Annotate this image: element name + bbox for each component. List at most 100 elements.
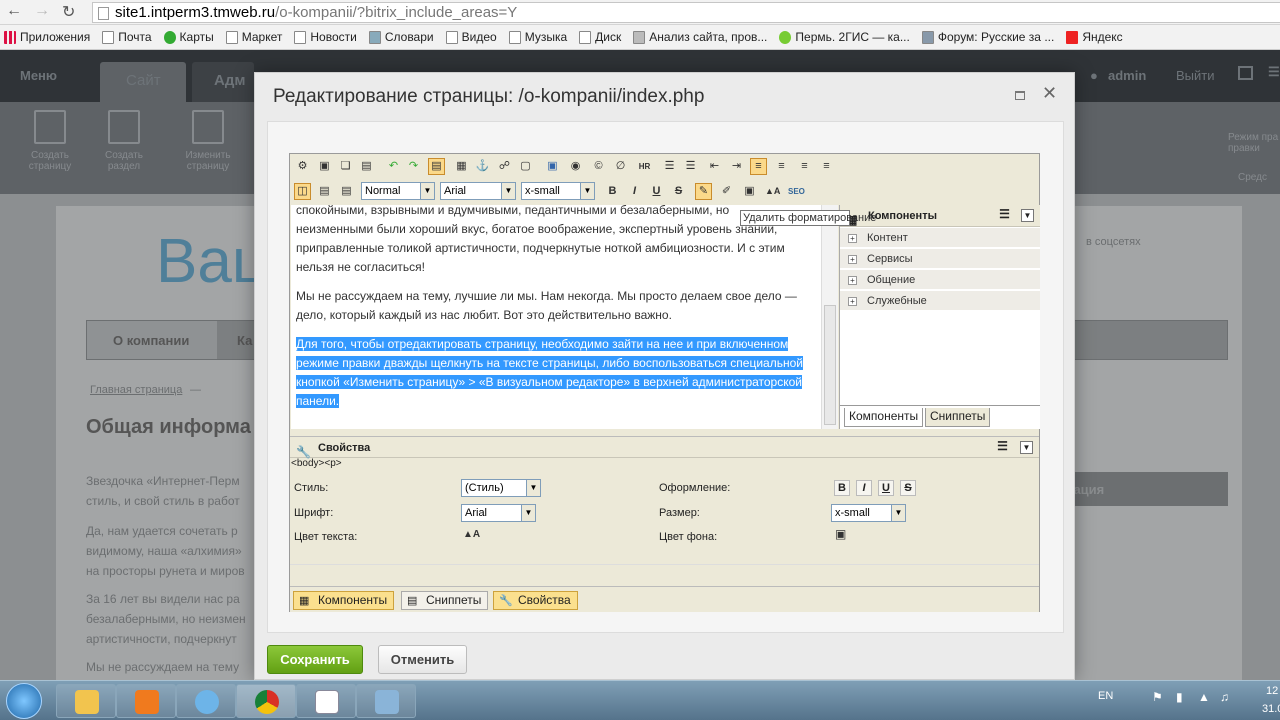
align-right-icon[interactable]: ≡ <box>796 158 813 175</box>
bookmark-item[interactable]: Словари <box>368 30 434 44</box>
bookmark-item[interactable]: Музыка <box>508 30 567 44</box>
copy-icon[interactable]: ❏ <box>337 158 354 175</box>
anchor-icon[interactable]: ⚓ <box>474 158 491 175</box>
settings-icon[interactable]: ⚙ <box>294 158 311 175</box>
admin-user[interactable]: admin <box>1108 68 1146 83</box>
underline-button[interactable]: U <box>648 183 665 200</box>
ordered-list-icon[interactable]: ☰ <box>661 158 678 175</box>
flag-icon[interactable]: ⚑ <box>1152 690 1163 704</box>
bookmark-item[interactable]: Карты <box>163 30 214 44</box>
font-select[interactable]: Arial ▼ <box>440 182 516 200</box>
taskbar-media[interactable] <box>116 684 176 718</box>
create-section-button[interactable]: Создать раздел <box>94 110 154 172</box>
admin-menu[interactable]: Меню <box>20 68 57 83</box>
align-left-icon[interactable]: ≡ <box>750 158 767 175</box>
indent-icon[interactable]: ⇥ <box>728 158 745 175</box>
cancel-button[interactable]: Отменить <box>378 645 467 674</box>
paste-icon[interactable]: ▤ <box>358 158 375 175</box>
collapse-panel-icon[interactable]: ▼ <box>1020 441 1033 454</box>
taskbar-chrome[interactable] <box>236 684 296 718</box>
html-view-icon[interactable]: ▤ <box>316 183 333 200</box>
align-justify-icon[interactable]: ≡ <box>818 158 835 175</box>
tree-item-communication[interactable]: + Общение <box>840 270 1040 290</box>
nav-about[interactable]: О компании <box>87 321 217 359</box>
hr-icon[interactable]: HR <box>636 158 653 175</box>
taskbar-explorer[interactable] <box>56 684 116 718</box>
list-view-icon[interactable]: ☰ <box>998 208 1011 222</box>
editor-content[interactable]: спокойными, взрывными и вдумчивыми, педа… <box>291 205 821 429</box>
bottom-tab-snippets[interactable]: ▤ Сниппеты <box>401 591 489 610</box>
bookmark-apps[interactable]: Приложения <box>4 30 90 44</box>
bottom-tab-components[interactable]: ▦ Компоненты <box>293 591 395 610</box>
list-view-icon[interactable]: ☰ <box>996 440 1009 454</box>
language-indicator[interactable]: EN <box>1098 690 1113 702</box>
brush-icon[interactable]: ✐ <box>718 183 735 200</box>
bold-button[interactable]: B <box>604 183 621 200</box>
unordered-list-icon[interactable]: ☰ <box>682 158 699 175</box>
image-icon[interactable]: ▣ <box>544 158 561 175</box>
style-property-select[interactable]: (Стиль) ▼ <box>461 479 541 497</box>
tab-components[interactable]: Компоненты <box>844 408 924 427</box>
tab-snippets[interactable]: Сниппеты <box>925 408 991 427</box>
italic-button[interactable]: I <box>626 183 643 200</box>
nav-item[interactable]: Ка <box>237 333 252 348</box>
strike-button[interactable]: S <box>900 480 916 496</box>
strike-button[interactable]: S <box>670 183 687 200</box>
style-select[interactable]: Normal ▼ <box>361 182 435 200</box>
bookmark-item[interactable]: Пермь. 2ГИС — ка... <box>779 30 910 44</box>
bookmark-item[interactable]: Видео <box>445 30 497 44</box>
bottom-tab-properties[interactable]: 🔧 Свойства <box>493 591 578 610</box>
volume-icon[interactable]: ♫ <box>1220 690 1229 704</box>
maximize-icon[interactable] <box>1015 91 1025 100</box>
redo-icon[interactable]: ↷ <box>405 158 422 175</box>
forward-arrow-icon[interactable]: → <box>34 2 50 20</box>
start-button[interactable] <box>6 683 42 719</box>
table-icon[interactable]: ▦ <box>453 158 470 175</box>
logout-link[interactable]: Выйти <box>1176 68 1215 83</box>
special-char-icon[interactable]: ∅ <box>612 158 629 175</box>
taskbar-app[interactable] <box>356 684 416 718</box>
taskbar-document[interactable] <box>296 684 356 718</box>
tree-item-services[interactable]: + Сервисы <box>840 249 1040 269</box>
text-color-icon[interactable]: ▲A <box>764 183 781 200</box>
battery-icon[interactable]: ▮ <box>1176 690 1183 704</box>
source-view-icon[interactable]: ▤ <box>338 183 355 200</box>
taskbar-messenger[interactable] <box>176 684 236 718</box>
menu-icon[interactable]: ☰ <box>1268 64 1280 80</box>
clock-date[interactable]: 31.01 <box>1262 703 1280 715</box>
italic-button[interactable]: I <box>856 480 872 496</box>
bookmark-item[interactable]: Яндекс <box>1066 30 1123 44</box>
copyright-icon[interactable]: © <box>590 158 607 175</box>
split-view-icon[interactable]: ◫ <box>294 183 311 200</box>
undo-icon[interactable]: ↶ <box>385 158 402 175</box>
close-icon[interactable]: ✕ <box>1042 83 1057 104</box>
back-arrow-icon[interactable]: ← <box>6 2 22 20</box>
tag-breadcrumb[interactable]: <body><p> <box>291 458 342 469</box>
edit-page-button[interactable]: Изменить страницу <box>178 110 238 172</box>
bg-color-icon[interactable]: ▣ <box>835 527 846 541</box>
admin-tab-admin[interactable]: Адм <box>192 62 254 102</box>
size-property-select[interactable]: x-small ▼ <box>831 504 906 522</box>
bookmark-item[interactable]: Маркет <box>225 30 282 44</box>
unlink-icon[interactable]: ▢ <box>517 158 534 175</box>
size-select[interactable]: x-small ▼ <box>521 182 595 200</box>
outdent-icon[interactable]: ⇤ <box>706 158 723 175</box>
create-page-button[interactable]: Создать страницу <box>20 110 80 172</box>
reload-icon[interactable]: ↻ <box>62 2 75 22</box>
clock-time[interactable]: 12 <box>1266 685 1278 697</box>
bold-button[interactable]: B <box>834 480 850 496</box>
breadcrumb[interactable]: Главная страница <box>90 384 182 396</box>
seo-icon[interactable]: SEO <box>787 183 805 200</box>
bg-color-icon[interactable]: ▣ <box>741 183 758 200</box>
save-icon[interactable]: ▣ <box>316 158 333 175</box>
underline-button[interactable]: U <box>878 480 894 496</box>
media-icon[interactable]: ◉ <box>567 158 584 175</box>
bookmark-item[interactable]: Форум: Русские за ... <box>921 30 1054 44</box>
align-center-icon[interactable]: ≡ <box>773 158 790 175</box>
collapse-panel-icon[interactable]: ▼ <box>1021 209 1034 222</box>
url-field[interactable]: site1.intperm3.tmweb.ru/o-kompanii/?bitr… <box>92 2 1280 23</box>
scrollbar-thumb[interactable] <box>824 305 836 425</box>
bookmark-item[interactable]: Почта <box>102 30 152 44</box>
remove-format-icon[interactable]: ✎ <box>695 183 712 200</box>
bookmark-item[interactable]: Новости <box>294 30 357 44</box>
